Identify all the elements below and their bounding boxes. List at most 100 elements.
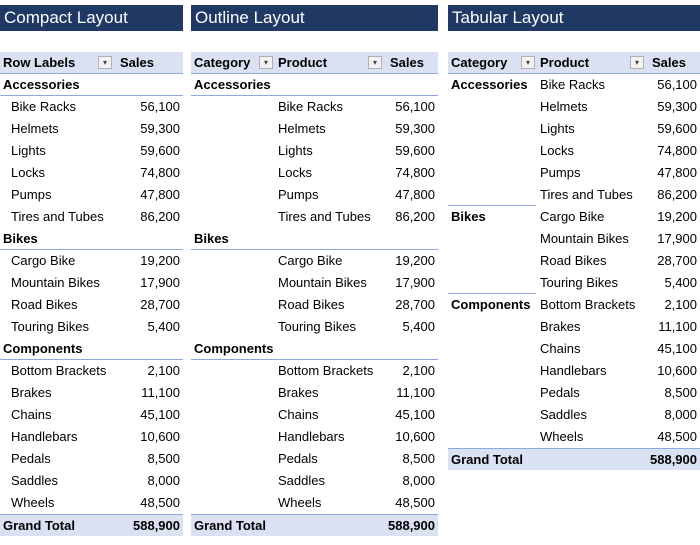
product-row[interactable]: Pedals 8,500 — [0, 448, 183, 470]
product-row[interactable]: Cargo Bike 19,200 — [191, 250, 438, 272]
product-row[interactable]: Locks 74,800 — [448, 140, 700, 162]
sales-value: 8,500 — [664, 385, 697, 400]
product-row[interactable]: Bottom Brackets 2,100 — [0, 360, 183, 382]
product-row[interactable]: Lights 59,600 — [448, 118, 700, 140]
product-row[interactable]: Brakes 11,100 — [191, 382, 438, 404]
product-row[interactable]: Bottom Brackets 2,100 — [191, 360, 438, 382]
row-labels-header: Row Labels — [3, 55, 76, 70]
product-row[interactable]: Bike Racks 56,100 — [0, 96, 183, 118]
product-row[interactable]: Pedals 8,500 — [448, 382, 700, 404]
category-row[interactable]: Accessories — [191, 74, 438, 96]
sales-value: 19,200 — [140, 253, 180, 268]
sales-value: 5,400 — [664, 275, 697, 290]
product-row[interactable]: Helmets 59,300 — [0, 118, 183, 140]
filter-dropdown-icon[interactable]: ▾ — [259, 56, 273, 69]
product-row[interactable]: Wheels 48,500 — [191, 492, 438, 514]
product-row[interactable]: Locks 74,800 — [0, 162, 183, 184]
product-row[interactable]: Cargo Bike 19,200 — [0, 250, 183, 272]
category-row[interactable]: Bikes — [191, 228, 438, 250]
product-row[interactable]: Tires and Tubes 86,200 — [0, 206, 183, 228]
sales-value: 74,800 — [657, 143, 697, 158]
product-row[interactable]: Bike Racks 56,100 — [191, 96, 438, 118]
product-row[interactable]: Chains 45,100 — [0, 404, 183, 426]
dropdown-icon[interactable]: ▾ — [368, 56, 382, 69]
grand-total-label: Grand Total — [194, 518, 266, 533]
category-label: Accessories — [3, 77, 80, 92]
category-row[interactable]: Components — [191, 338, 438, 360]
product-label: Brakes — [11, 385, 52, 400]
product-row[interactable]: Road Bikes 28,700 — [448, 250, 700, 272]
product-row[interactable]: Pumps 47,800 — [448, 162, 700, 184]
sales-value: 45,100 — [657, 341, 697, 356]
product-row[interactable]: Helmets 59,300 — [191, 118, 438, 140]
product-row[interactable]: Mountain Bikes 17,900 — [0, 272, 183, 294]
product-row[interactable]: Touring Bikes 5,400 — [191, 316, 438, 338]
product-label: Chains — [540, 341, 581, 356]
product-row[interactable]: Handlebars 10,600 — [0, 426, 183, 448]
product-row[interactable]: Chains 45,100 — [448, 338, 700, 360]
product-row[interactable]: Bikes Cargo Bike 19,200 — [448, 205, 700, 228]
product-row[interactable]: Tires and Tubes 86,200 — [448, 184, 700, 206]
product-row[interactable]: Locks 74,800 — [191, 162, 438, 184]
dropdown-icon[interactable]: ▾ — [630, 56, 644, 69]
product-row[interactable]: Lights 59,600 — [0, 140, 183, 162]
sales-value: 5,400 — [402, 319, 435, 334]
product-row[interactable]: Chains 45,100 — [191, 404, 438, 426]
compact-layout-title: Compact Layout — [0, 5, 183, 31]
product-row[interactable]: Lights 59,600 — [191, 140, 438, 162]
product-row[interactable]: Touring Bikes 5,400 — [0, 316, 183, 338]
product-label: Road Bikes — [540, 253, 607, 268]
product-row[interactable]: Handlebars 10,600 — [191, 426, 438, 448]
product-label: Bike Racks — [540, 77, 606, 92]
sales-value: 28,700 — [395, 297, 435, 312]
product-row[interactable]: Handlebars 10,600 — [448, 360, 700, 382]
sales-value: 47,800 — [395, 187, 435, 202]
sales-value: 2,100 — [664, 297, 697, 312]
sales-value: 17,900 — [395, 275, 435, 290]
product-label: Bike Racks — [11, 99, 77, 114]
sales-value: 47,800 — [657, 165, 697, 180]
product-label: Handlebars — [278, 429, 345, 444]
product-row[interactable]: Road Bikes 28,700 — [191, 294, 438, 316]
product-row[interactable]: Helmets 59,300 — [448, 96, 700, 118]
product-row[interactable]: Pumps 47,800 — [0, 184, 183, 206]
category-row[interactable]: Components — [0, 338, 183, 360]
filter-dropdown-icon[interactable]: ▾ — [98, 56, 112, 69]
sales-value: 48,500 — [395, 495, 435, 510]
sales-value: 28,700 — [140, 297, 180, 312]
sales-value: 8,500 — [402, 451, 435, 466]
sales-value: 86,200 — [140, 209, 180, 224]
category-row[interactable]: Bikes — [0, 228, 183, 250]
product-header: Product — [278, 55, 328, 70]
product-row[interactable]: Saddles 8,000 — [0, 470, 183, 492]
product-label: Handlebars — [11, 429, 78, 444]
sales-value: 59,300 — [395, 121, 435, 136]
category-label: Bikes — [451, 209, 486, 224]
product-row[interactable]: Wheels 48,500 — [0, 492, 183, 514]
product-label: Bottom Brackets — [278, 363, 374, 378]
product-row[interactable]: Mountain Bikes 17,900 — [448, 228, 700, 250]
sales-value: 28,700 — [657, 253, 697, 268]
product-row[interactable]: Tires and Tubes 86,200 — [191, 206, 438, 228]
product-row[interactable]: Mountain Bikes 17,900 — [191, 272, 438, 294]
product-row[interactable]: Pedals 8,500 — [191, 448, 438, 470]
product-label: Helmets — [278, 121, 326, 136]
product-row[interactable]: Saddles 8,000 — [448, 404, 700, 426]
product-label: Tires and Tubes — [540, 187, 633, 202]
category-row[interactable]: Accessories — [0, 74, 183, 96]
product-row[interactable]: Brakes 11,100 — [0, 382, 183, 404]
product-row[interactable]: Saddles 8,000 — [191, 470, 438, 492]
product-row[interactable]: Touring Bikes 5,400 — [448, 272, 700, 294]
filter-dropdown-icon[interactable]: ▾ — [521, 56, 535, 69]
product-row[interactable]: Road Bikes 28,700 — [0, 294, 183, 316]
product-row[interactable]: Accessories Bike Racks 56,100 — [448, 74, 700, 96]
sales-value: 10,600 — [140, 429, 180, 444]
product-row[interactable]: Components Bottom Brackets 2,100 — [448, 293, 700, 316]
product-row[interactable]: Wheels 48,500 — [448, 426, 700, 448]
product-row[interactable]: Pumps 47,800 — [191, 184, 438, 206]
product-label: Locks — [11, 165, 45, 180]
sales-value: 74,800 — [395, 165, 435, 180]
product-row[interactable]: Brakes 11,100 — [448, 316, 700, 338]
product-label: Handlebars — [540, 363, 607, 378]
category-label: Accessories — [451, 77, 528, 92]
